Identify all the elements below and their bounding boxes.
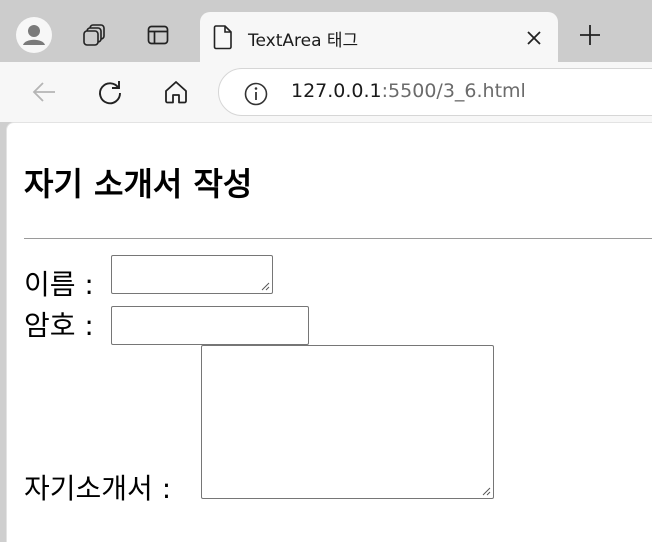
tab-strip: TextArea 태그	[0, 0, 652, 64]
resize-grip-icon[interactable]	[481, 486, 491, 496]
tab-title: TextArea 태그	[248, 31, 359, 51]
home-button[interactable]	[156, 72, 196, 112]
intro-label: 자기소개서 :	[24, 472, 172, 505]
workspaces-button[interactable]	[74, 14, 114, 56]
password-input[interactable]	[111, 306, 309, 345]
profile-button[interactable]	[14, 14, 54, 56]
url-path: :5500/3_6.html	[381, 80, 526, 102]
close-icon[interactable]	[524, 28, 544, 48]
url-host: 127.0.0.1	[291, 80, 382, 102]
page-icon	[213, 25, 232, 50]
workspaces-icon	[83, 24, 105, 46]
home-icon	[165, 81, 187, 104]
reload-button[interactable]	[90, 72, 130, 112]
profile-icon	[16, 17, 52, 53]
address-bar[interactable]: 127.0.0.1:5500/3_6.html	[218, 68, 652, 116]
page-heading: 자기 소개서 작성	[24, 165, 253, 203]
info-icon[interactable]	[243, 81, 269, 107]
password-label: 암호 :	[24, 309, 94, 342]
intro-textarea[interactable]	[201, 345, 494, 499]
back-arrow-icon	[32, 82, 55, 102]
tab-actions-button[interactable]	[138, 14, 178, 56]
horizontal-rule	[24, 238, 652, 239]
name-textarea[interactable]	[111, 255, 273, 294]
reload-icon	[99, 81, 121, 105]
name-label: 이름 :	[24, 268, 94, 301]
resize-grip-icon[interactable]	[260, 281, 270, 291]
url-text: 127.0.0.1:5500/3_6.html	[291, 80, 526, 102]
browser-toolbar: 127.0.0.1:5500/3_6.html	[0, 62, 652, 122]
back-button[interactable]	[24, 72, 64, 112]
tab-actions-icon	[147, 25, 169, 45]
plus-icon	[580, 25, 600, 45]
new-tab-button[interactable]	[570, 14, 610, 56]
page-viewport: 자기 소개서 작성 이름 : 암호 : 자기소개서 :	[6, 122, 652, 542]
active-tab[interactable]: TextArea 태그	[200, 12, 558, 64]
